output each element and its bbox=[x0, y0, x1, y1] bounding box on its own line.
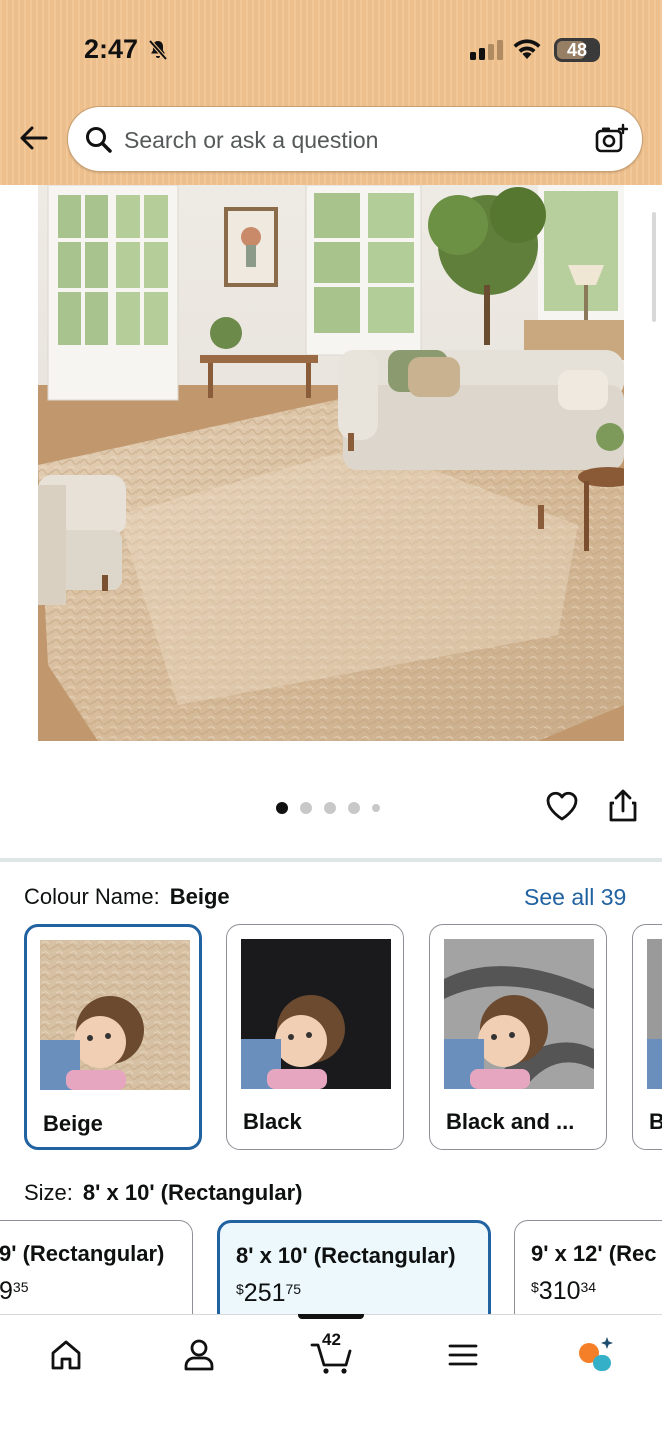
colour-swatch-partial[interactable]: B bbox=[632, 924, 662, 1150]
size-option-title: 8' x 10' (Rectangular) bbox=[236, 1243, 456, 1268]
cart-count-badge: 42 bbox=[322, 1330, 341, 1349]
size-option-price: 935 bbox=[0, 1277, 29, 1305]
silent-bell-icon bbox=[148, 39, 168, 61]
colour-swatch-black-and[interactable]: Black and ... bbox=[429, 924, 607, 1150]
status-time: 2:47 bbox=[84, 34, 139, 64]
colour-selected-value: Beige bbox=[169, 884, 230, 909]
swatch-image bbox=[647, 939, 662, 1089]
colour-swatch-beige[interactable]: Beige bbox=[24, 924, 202, 1150]
status-bar: 2:47 48 bbox=[0, 0, 662, 100]
size-selected-value: 8' x 10' (Rectangular) bbox=[82, 1180, 303, 1205]
size-option-price: $31034 bbox=[531, 1277, 597, 1305]
swatch-name: Beige bbox=[43, 1111, 103, 1136]
scroll-indicator bbox=[652, 212, 656, 322]
size-row: Size: 8' x 10' (Rectangular) bbox=[24, 1180, 302, 1206]
signal-icon bbox=[470, 40, 503, 60]
menu-icon[interactable] bbox=[443, 1335, 483, 1375]
carousel-dot[interactable] bbox=[300, 802, 312, 814]
colour-name-row: Colour Name: Beige bbox=[24, 884, 230, 910]
search-icon bbox=[86, 127, 112, 153]
swatch-image bbox=[241, 939, 391, 1089]
heart-icon[interactable] bbox=[544, 788, 580, 824]
size-option-title: 9' (Rectangular) bbox=[0, 1241, 165, 1266]
product-image[interactable] bbox=[38, 185, 624, 741]
image-carousel-dots[interactable] bbox=[276, 800, 380, 816]
carousel-dot[interactable] bbox=[372, 804, 380, 812]
swatch-name: B bbox=[649, 1109, 662, 1135]
wifi-icon bbox=[513, 39, 541, 59]
cart-active-indicator bbox=[298, 1314, 364, 1319]
rug-photo bbox=[38, 185, 624, 741]
size-option-price: $25175 bbox=[236, 1279, 302, 1307]
search-input[interactable] bbox=[124, 121, 564, 159]
home-icon[interactable] bbox=[46, 1335, 86, 1375]
colour-label: Colour Name: bbox=[24, 884, 160, 909]
search-bar[interactable] bbox=[67, 106, 643, 172]
section-divider bbox=[0, 858, 662, 862]
see-all-colours-link[interactable]: See all 39 bbox=[524, 884, 626, 911]
app-header: 2:47 48 bbox=[0, 0, 662, 185]
size-option-title: 9' x 12' (Rec bbox=[531, 1241, 657, 1266]
swatch-image bbox=[444, 939, 594, 1089]
carousel-dot[interactable] bbox=[324, 802, 336, 814]
battery-icon: 48 bbox=[554, 38, 600, 62]
carousel-dot[interactable] bbox=[348, 802, 360, 814]
rufus-ai-icon[interactable] bbox=[575, 1335, 615, 1375]
battery-level: 48 bbox=[566, 40, 588, 60]
size-label: Size: bbox=[24, 1180, 73, 1205]
colour-swatch-black[interactable]: Black bbox=[226, 924, 404, 1150]
share-icon[interactable] bbox=[606, 788, 640, 824]
camera-search-icon[interactable] bbox=[594, 123, 628, 157]
account-icon[interactable] bbox=[179, 1335, 219, 1375]
swatch-image bbox=[40, 940, 190, 1090]
carousel-dot[interactable] bbox=[276, 802, 288, 814]
swatch-name: Black and ... bbox=[446, 1109, 575, 1134]
back-arrow-icon[interactable] bbox=[16, 120, 52, 156]
swatch-name: Black bbox=[243, 1109, 302, 1134]
